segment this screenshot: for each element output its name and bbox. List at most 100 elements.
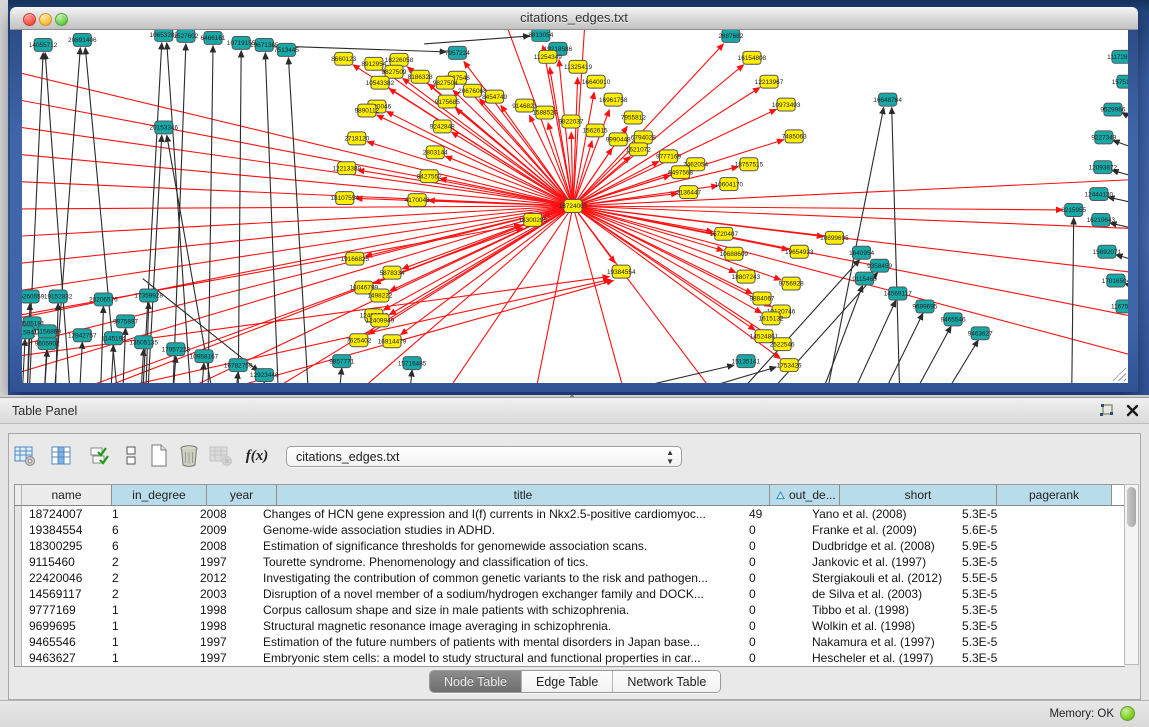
cell-pagerank[interactable]: 5.3E-5 <box>955 602 1063 618</box>
cell-pagerank[interactable]: 5.5E-5 <box>955 570 1063 586</box>
cell-year[interactable]: 2003 <box>193 586 256 602</box>
cell-title[interactable]: Tourette syndrome. Phenomenology and cla… <box>256 554 742 570</box>
column-header-title[interactable]: title <box>277 485 770 505</box>
table-row[interactable]: 969969511998Structural magnetic resonanc… <box>15 618 1125 634</box>
graph-node[interactable]: 9822037 <box>558 115 583 128</box>
scrollbar-thumb[interactable] <box>1127 487 1136 527</box>
cell-year[interactable]: 2012 <box>193 570 256 586</box>
cell-year[interactable]: 2008 <box>193 538 256 554</box>
graph-node[interactable]: 2718120 <box>344 132 369 145</box>
graph-node[interactable]: 6466161 <box>201 31 226 44</box>
cell-name[interactable]: 9115460 <box>22 554 105 570</box>
cell-in_degree[interactable]: 1 <box>105 602 193 618</box>
table-selector-dropdown[interactable]: citations_edges.txt ▲▼ <box>286 446 682 467</box>
graph-node[interactable]: 17359928 <box>134 289 163 302</box>
cell-pagerank[interactable]: 5.3E-5 <box>955 634 1063 650</box>
graph-node[interactable]: 5878334 <box>380 266 405 279</box>
graph-node[interactable]: 7955812 <box>621 111 646 124</box>
graph-node[interactable]: 15716485 <box>398 357 427 370</box>
graph-node[interactable]: 15135141 <box>732 355 761 368</box>
table-row[interactable]: 911546021997Tourette syndrome. Phenomeno… <box>15 554 1125 570</box>
cell-short[interactable]: Tibbo et al. (1998) <box>805 602 955 618</box>
table-row[interactable]: 1830029562008Estimation of significance … <box>15 538 1125 554</box>
tab-network-table[interactable]: Network Table <box>613 671 720 692</box>
graph-node[interactable]: 18107554 <box>330 192 359 205</box>
graph-node[interactable]: 12942757 <box>68 329 97 342</box>
graph-node[interactable]: 1498222 <box>367 289 392 302</box>
cell-short[interactable]: Franke et al. (2009) <box>805 522 955 538</box>
cell-name[interactable]: 14569117 <box>22 586 105 602</box>
graph-node[interactable]: 10973493 <box>772 98 801 111</box>
cell-short[interactable]: de Silva et al. (2003) <box>805 586 955 602</box>
graph-node[interactable]: 17957223 <box>162 343 191 356</box>
graph-node[interactable]: 15692071 <box>1093 245 1122 258</box>
cell-in_degree[interactable]: 1 <box>105 650 193 666</box>
delete-table-icon[interactable] <box>209 444 233 468</box>
graph-node[interactable]: 9175685 <box>435 95 460 108</box>
cell-out_de[interactable]: 0 <box>742 522 805 538</box>
graph-node[interactable]: 11325419 <box>564 60 593 73</box>
graph-node[interactable]: 25260559 <box>22 290 45 303</box>
cell-name[interactable]: 9777169 <box>22 602 105 618</box>
graph-node[interactable]: 19384554 <box>607 265 636 278</box>
graph-node[interactable]: 9227349 <box>1091 131 1116 144</box>
graph-node[interactable]: 9975887 <box>113 315 138 328</box>
cell-pagerank[interactable]: 5.9E-5 <box>955 538 1063 554</box>
new-table-icon[interactable] <box>147 444 171 468</box>
window-titlebar[interactable]: citations_edges.txt <box>10 7 1138 30</box>
cell-year[interactable]: 1998 <box>193 618 256 634</box>
graph-node[interactable]: 17016504 <box>1102 274 1128 287</box>
graph-node[interactable]: 2803144 <box>423 146 448 159</box>
cell-in_degree[interactable]: 2 <box>105 586 193 602</box>
table-row[interactable]: 977716911998Corpus callosum shape and si… <box>15 602 1125 618</box>
cell-title[interactable]: Structural magnetic resonance image aver… <box>256 618 742 634</box>
graph-node[interactable]: 16640910 <box>582 75 611 88</box>
graph-node[interactable]: 1527602 <box>173 30 198 42</box>
cell-out_de[interactable]: 0 <box>742 586 805 602</box>
graph-node[interactable]: 14569117 <box>884 287 913 300</box>
window-resize-grip[interactable] <box>1112 367 1126 381</box>
graph-node[interactable]: 1753426 <box>777 359 802 372</box>
table-vertical-scrollbar[interactable] <box>1124 484 1139 665</box>
cell-short[interactable]: Yano et al. (2008) <box>805 506 955 522</box>
graph-node[interactable]: 9605902 <box>35 337 60 350</box>
graph-node[interactable]: 2887682 <box>718 30 743 42</box>
graph-node[interactable]: 16648784 <box>873 93 902 106</box>
graph-node[interactable]: 9358459 <box>867 259 892 272</box>
citation-graph[interactable]: 1405571220891406106532871527602646616110… <box>22 30 1128 383</box>
graph-node[interactable]: 9699695 <box>912 300 937 313</box>
graph-node[interactable]: 9890112 <box>355 104 380 117</box>
cell-short[interactable]: Nakamura et al. (1997) <box>805 634 955 650</box>
graph-node[interactable]: 7513445 <box>274 43 299 56</box>
table-row[interactable]: 946554611997Estimation of the future num… <box>15 634 1125 650</box>
select-columns-icon[interactable] <box>87 444 111 468</box>
cell-year[interactable]: 2009 <box>193 522 256 538</box>
graph-node[interactable]: 8660123 <box>331 52 356 65</box>
graph-node[interactable]: 18807243 <box>732 270 761 283</box>
cell-short[interactable]: Wolkin et al. (1998) <box>805 618 955 634</box>
cell-short[interactable]: Stergiakouli et al. (2012) <box>805 570 955 586</box>
cell-in_degree[interactable]: 6 <box>105 522 193 538</box>
close-panel-icon[interactable] <box>1126 404 1139 417</box>
cell-year[interactable]: 2008 <box>193 506 256 522</box>
cell-in_degree[interactable]: 1 <box>105 618 193 634</box>
graph-node[interactable]: 16961758 <box>599 93 628 106</box>
column-header-year[interactable]: year <box>207 485 277 505</box>
cell-title[interactable]: Estimation of the future numbers of pati… <box>256 634 742 650</box>
graph-node[interactable]: 1562615 <box>583 124 608 137</box>
graph-node[interactable]: 9463627 <box>968 327 993 340</box>
cell-name[interactable]: 18300295 <box>22 538 105 554</box>
graph-node[interactable]: 10899695 <box>820 231 849 244</box>
graph-node[interactable]: 9529966 <box>1100 103 1125 116</box>
graph-node[interactable]: 12923446 <box>250 369 279 382</box>
graph-node[interactable]: 2136447 <box>676 186 701 199</box>
graph-node[interactable]: 1640954 <box>849 246 874 259</box>
function-builder-icon[interactable]: f(x) <box>245 444 269 468</box>
graph-node[interactable]: 10958167 <box>190 350 219 363</box>
cell-name[interactable]: 9463627 <box>22 650 105 666</box>
cell-short[interactable]: Jankovic et al. (1997) <box>805 554 955 570</box>
graph-node[interactable]: 20206576 <box>89 293 118 306</box>
cell-title[interactable]: Disruption of a novel member of a sodium… <box>256 586 742 602</box>
column-header-name[interactable]: name <box>22 485 112 505</box>
graph-node[interactable]: 10604170 <box>715 178 744 191</box>
